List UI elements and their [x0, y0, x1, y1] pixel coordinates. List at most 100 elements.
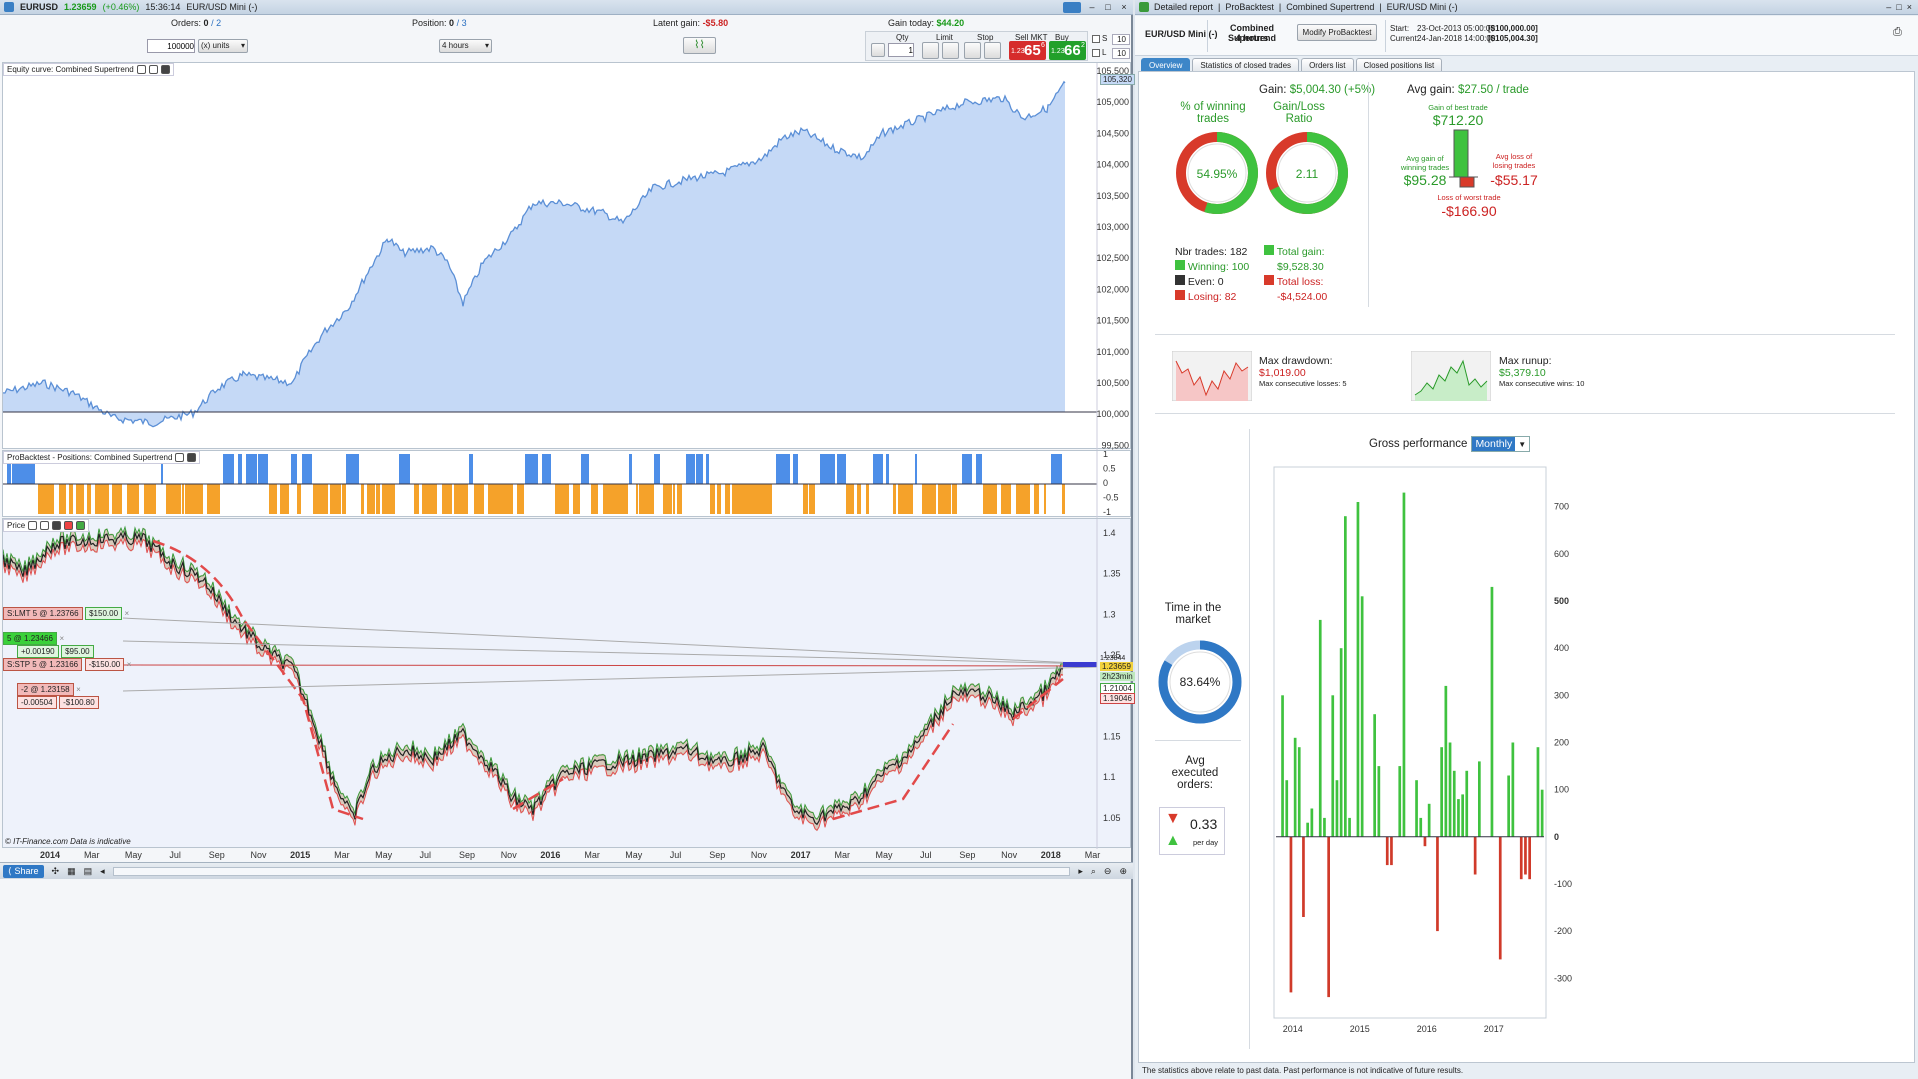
maximize-icon[interactable]: □	[1103, 2, 1113, 12]
close-icon[interactable]: ×	[1119, 2, 1129, 12]
price-tick-label: 1.15	[1103, 732, 1121, 742]
performance-bar	[1348, 817, 1351, 837]
scroll-left-icon[interactable]: ◂	[100, 866, 105, 877]
price-tick-label: 1.35	[1103, 569, 1121, 579]
position-bar	[555, 484, 569, 514]
order-tag-2[interactable]: 5 @ 1.23466 × +0.00190 $95.00	[3, 632, 94, 658]
close-icon[interactable]	[52, 521, 62, 530]
worst-trade: -$166.90	[1441, 203, 1497, 219]
trend-dashed-line	[152, 539, 1064, 821]
performance-bar	[1402, 492, 1406, 837]
drawing-icon[interactable]: ▤	[84, 866, 93, 877]
l-value[interactable]: 10	[1112, 48, 1130, 59]
wrench-icon[interactable]	[136, 65, 146, 74]
x-tick-label: Nov	[250, 850, 267, 860]
symbol-label[interactable]: EURUSD	[20, 2, 58, 12]
quantity-input[interactable]	[147, 39, 195, 53]
crosshair-icon[interactable]: ✣	[52, 866, 60, 877]
position-bar	[1001, 484, 1011, 514]
close-icon[interactable]: ×	[125, 609, 130, 618]
l-checkbox[interactable]	[1092, 49, 1100, 57]
performance-bar	[1536, 747, 1540, 837]
position-bar	[185, 484, 196, 514]
gross-x-label: 2017	[1484, 1024, 1504, 1034]
position-bar	[1034, 484, 1039, 514]
close-icon[interactable]	[187, 453, 197, 462]
print-icon[interactable]: ⎙	[1893, 26, 1902, 39]
position-bar	[342, 484, 346, 514]
zoom-in-icon[interactable]: ⊕	[1119, 866, 1127, 877]
position-bar	[81, 484, 84, 514]
window-icon[interactable]	[148, 65, 158, 74]
position-bar	[238, 454, 242, 484]
layout-icon[interactable]	[1063, 1, 1081, 13]
gross-tick-label: 600	[1554, 549, 1569, 559]
position-bar	[809, 484, 815, 514]
position-bar	[302, 454, 312, 484]
x-tick-label: 2015	[290, 850, 310, 860]
price-tick-label: 1.4	[1103, 528, 1116, 538]
order-tag-3[interactable]: S:STP 5 @ 1.23166 -$150.00 ×	[3, 658, 131, 671]
equity-last-value: 105,320	[1100, 74, 1135, 85]
period-select[interactable]: Monthly ▼	[1471, 436, 1531, 452]
s-value[interactable]: 10	[1112, 34, 1130, 45]
tab-closed-positions[interactable]: Closed positions list	[1355, 58, 1443, 72]
window-icon[interactable]	[175, 453, 185, 462]
add-indicator-icon[interactable]	[64, 521, 74, 530]
close-icon[interactable]: ×	[76, 685, 81, 694]
ticket-qty-input[interactable]	[888, 43, 914, 57]
add-icon[interactable]	[76, 521, 86, 530]
timeframe-select[interactable]: 4 hours ▾	[439, 39, 492, 53]
minimize-icon[interactable]: –	[1087, 2, 1097, 12]
position-bar	[330, 484, 341, 514]
stop-buy-button[interactable]	[964, 42, 981, 59]
sell-market-button[interactable]: 1.23 65 6	[1009, 41, 1046, 60]
performance-bar	[1360, 596, 1364, 837]
x-tick-label: Mar	[334, 850, 350, 860]
performance-bar	[1524, 836, 1527, 875]
zoom-chart-icon[interactable]: ⌕	[1091, 866, 1096, 877]
position-bar	[591, 484, 598, 514]
close-icon[interactable]: ×	[127, 660, 132, 669]
scroll-right-icon[interactable]: ▸	[1078, 866, 1083, 877]
performance-bar	[1377, 766, 1381, 837]
order-tag-1[interactable]: S:LMT 5 @ 1.23766 $150.00 ×	[3, 607, 129, 620]
units-select[interactable]: (x) units ▾	[198, 39, 248, 53]
order-tag-4[interactable]: -2 @ 1.23158 × -0.00504 -$100.80	[3, 683, 99, 709]
chart-type-button[interactable]: ⌇⌇	[683, 37, 716, 54]
wrench-icon[interactable]	[871, 43, 885, 57]
x-tick-label: 2017	[791, 850, 811, 860]
limit-buy-button[interactable]	[922, 42, 939, 59]
wrench-icon[interactable]	[28, 521, 38, 530]
avg-winning: $95.28	[1403, 172, 1447, 188]
maximize-icon[interactable]: □	[1896, 2, 1901, 12]
position-tick-label: -1	[1103, 507, 1111, 517]
s-checkbox[interactable]	[1092, 35, 1100, 43]
close-icon[interactable]: ×	[1907, 2, 1912, 12]
position-tick-label: 1	[1103, 451, 1108, 459]
share-button[interactable]: ⟨ Share	[3, 864, 44, 878]
horizontal-scrollbar[interactable]	[112, 866, 1071, 876]
close-icon[interactable]	[160, 65, 170, 74]
tab-orders-list[interactable]: Orders list	[1301, 58, 1354, 72]
position-bar	[938, 484, 951, 514]
equity-tick-label: 101,500	[1096, 316, 1129, 326]
overview-panel: Gain: $5,004.30 (+5%) % of winning trade…	[1138, 71, 1915, 1063]
buy-market-button[interactable]: 1.23 66 2	[1049, 41, 1086, 60]
close-icon[interactable]: ×	[59, 634, 64, 643]
position-bar	[207, 484, 220, 514]
position-tick-label: 0	[1103, 478, 1108, 488]
position-bar	[696, 454, 703, 484]
limit-sell-button[interactable]	[942, 42, 959, 59]
zoom-out-icon[interactable]: ⊖	[1104, 866, 1112, 877]
window-icon[interactable]	[40, 521, 50, 530]
stop-sell-button[interactable]	[984, 42, 1001, 59]
modify-probacktest-button[interactable]: Modify ProBacktest	[1297, 24, 1377, 41]
minimize-icon[interactable]: –	[1886, 2, 1891, 12]
performance-bar	[1297, 747, 1301, 837]
tab-overview[interactable]: Overview	[1141, 58, 1191, 72]
position-bar	[517, 484, 524, 514]
calculator-icon[interactable]: ▦	[67, 866, 76, 877]
x-tick-label: May	[875, 850, 893, 860]
tab-statistics[interactable]: Statistics of closed trades	[1192, 58, 1300, 72]
